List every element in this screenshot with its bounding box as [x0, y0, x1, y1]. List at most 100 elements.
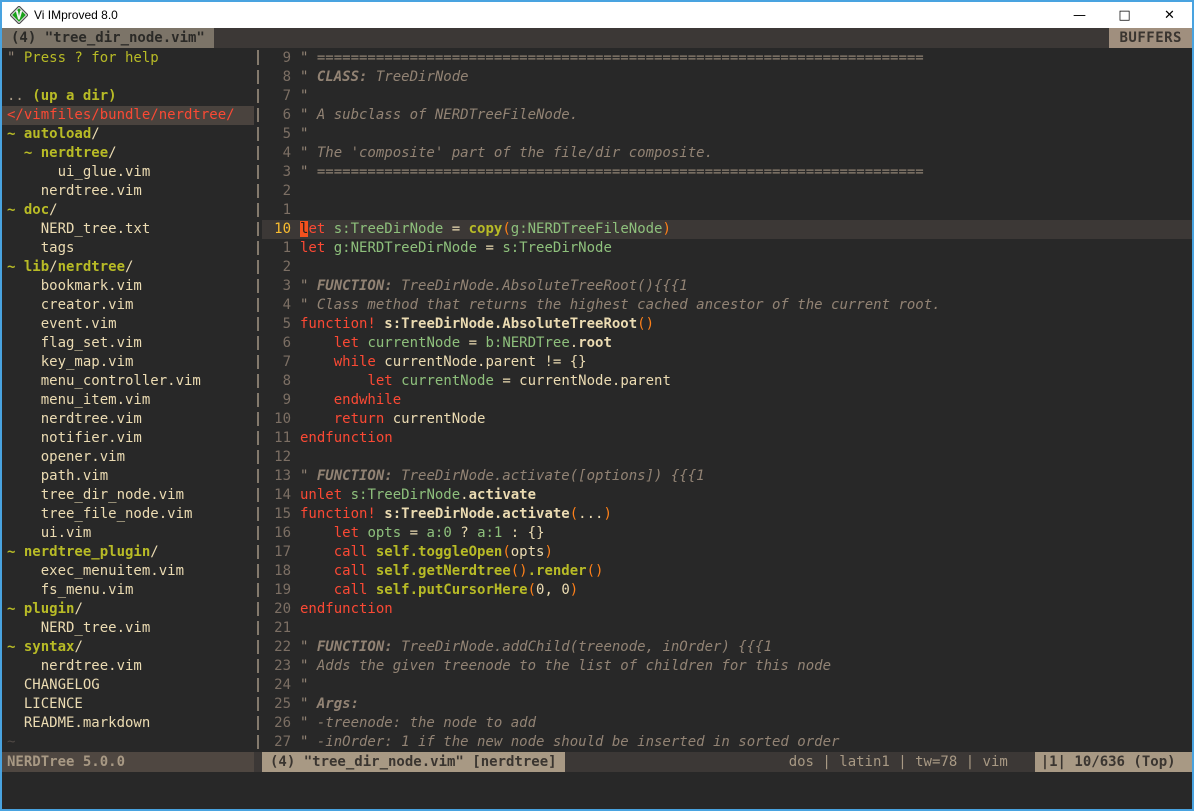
- tree-row[interactable]: ~: [2, 733, 254, 752]
- code-line[interactable]: 21: [262, 619, 1192, 638]
- code-token: currentNode: [367, 335, 460, 351]
- maximize-button[interactable]: □: [1102, 2, 1147, 28]
- code-line[interactable]: 15function! s:TreeDirNode.activate(...): [262, 505, 1192, 524]
- code-line[interactable]: 17 call self.toggleOpen(opts): [262, 543, 1192, 562]
- code-line[interactable]: 3" FUNCTION: TreeDirNode.AbsoluteTreeRoo…: [262, 277, 1192, 296]
- line-number: 15: [262, 505, 291, 524]
- code-line[interactable]: 7 while currentNode.parent != {}: [262, 353, 1192, 372]
- tree-row[interactable]: bookmark.vim: [2, 277, 254, 296]
- tree-row[interactable]: fs_menu.vim: [2, 581, 254, 600]
- code-token: g:NERDTreeFileNode: [511, 221, 663, 237]
- tree-token: nerdtree.vim: [7, 183, 142, 199]
- tree-row[interactable]: ~ lib/nerdtree/: [2, 258, 254, 277]
- tree-row[interactable]: ~ plugin/: [2, 600, 254, 619]
- code-line[interactable]: 7": [262, 87, 1192, 106]
- code-line[interactable]: 6 let currentNode = b:NERDTree.root: [262, 334, 1192, 353]
- tree-row[interactable]: nerdtree.vim: [2, 657, 254, 676]
- tree-row[interactable]: ~ nerdtree_plugin/: [2, 543, 254, 562]
- tree-row[interactable]: ui.vim: [2, 524, 254, 543]
- code-line[interactable]: 11endfunction: [262, 429, 1192, 448]
- tree-row[interactable]: [2, 68, 254, 87]
- tree-row[interactable]: ~ autoload/: [2, 125, 254, 144]
- code-line[interactable]: 24": [262, 676, 1192, 695]
- tree-row[interactable]: nerdtree.vim: [2, 410, 254, 429]
- code-line[interactable]: 4" The 'composite' part of the file/dir …: [262, 144, 1192, 163]
- tree-row[interactable]: event.vim: [2, 315, 254, 334]
- tree-row[interactable]: menu_item.vim: [2, 391, 254, 410]
- code-line[interactable]: 2: [262, 258, 1192, 277]
- tree-row[interactable]: notifier.vim: [2, 429, 254, 448]
- code-line-current[interactable]: 10let s:TreeDirNode = copy(g:NERDTreeFil…: [262, 220, 1192, 239]
- line-text: [291, 182, 300, 201]
- tree-row[interactable]: NERD_tree.vim: [2, 619, 254, 638]
- tree-row[interactable]: key_map.vim: [2, 353, 254, 372]
- code-token: TreeDirNode.addChild(treenode, inOrder) …: [401, 639, 772, 655]
- code-line[interactable]: 27" -inOrder: 1 if the new node should b…: [262, 733, 1192, 752]
- code-line[interactable]: 9" =====================================…: [262, 49, 1192, 68]
- code-line[interactable]: 13" FUNCTION: TreeDirNode.activate([opti…: [262, 467, 1192, 486]
- code-line[interactable]: 23" Adds the given treenode to the list …: [262, 657, 1192, 676]
- code-line[interactable]: 20endfunction: [262, 600, 1192, 619]
- code-line[interactable]: 25" Args:: [262, 695, 1192, 714]
- code-token: [367, 544, 375, 560]
- line-text: " FUNCTION: TreeDirNode.AbsoluteTreeRoot…: [291, 277, 688, 296]
- tree-row[interactable]: ~ doc/: [2, 201, 254, 220]
- tab-tree-dir-node[interactable]: (4) "tree_dir_node.vim": [2, 28, 214, 48]
- tree-row[interactable]: path.vim: [2, 467, 254, 486]
- code-line[interactable]: 8 let currentNode = currentNode.parent: [262, 372, 1192, 391]
- line-number: 10: [262, 220, 291, 239]
- tree-token: ~ doc: [7, 202, 49, 218]
- tree-row[interactable]: ~ nerdtree/: [2, 144, 254, 163]
- code-line[interactable]: 16 let opts = a:0 ? a:1 : {}: [262, 524, 1192, 543]
- tree-row[interactable]: CHANGELOG: [2, 676, 254, 695]
- code-line[interactable]: 5function! s:TreeDirNode.AbsoluteTreeRoo…: [262, 315, 1192, 334]
- tree-row[interactable]: tree_dir_node.vim: [2, 486, 254, 505]
- code-line[interactable]: 1: [262, 201, 1192, 220]
- tree-row[interactable]: exec_menuitem.vim: [2, 562, 254, 581]
- minimize-button[interactable]: —: [1057, 2, 1102, 28]
- window-vertical-separator[interactable]: [254, 48, 262, 752]
- code-token: ": [300, 639, 317, 655]
- title-bar: Vi IMproved 8.0 — □ ✕: [2, 2, 1192, 28]
- tree-token: tags: [7, 240, 74, 256]
- code-line[interactable]: 2: [262, 182, 1192, 201]
- code-token: = currentNode.parent: [494, 373, 671, 389]
- tree-row[interactable]: menu_controller.vim: [2, 372, 254, 391]
- code-line[interactable]: 18 call self.getNerdtree().render(): [262, 562, 1192, 581]
- code-line[interactable]: 3" =====================================…: [262, 163, 1192, 182]
- code-line[interactable]: 14unlet s:TreeDirNode.activate: [262, 486, 1192, 505]
- tree-row[interactable]: creator.vim: [2, 296, 254, 315]
- code-line[interactable]: 1let g:NERDTreeDirNode = s:TreeDirNode: [262, 239, 1192, 258]
- tree-row[interactable]: " Press ? for help: [2, 49, 254, 68]
- tree-row[interactable]: ~ syntax/: [2, 638, 254, 657]
- tree-row[interactable]: opener.vim: [2, 448, 254, 467]
- tree-row[interactable]: NERD_tree.txt: [2, 220, 254, 239]
- code-line[interactable]: 5": [262, 125, 1192, 144]
- code-line[interactable]: 6" A subclass of NERDTreeFileNode.: [262, 106, 1192, 125]
- tree-token: tree_file_node.vim: [7, 506, 192, 522]
- code-line[interactable]: 8" CLASS: TreeDirNode: [262, 68, 1192, 87]
- code-line[interactable]: 22" FUNCTION: TreeDirNode.addChild(treen…: [262, 638, 1192, 657]
- tree-row[interactable]: README.markdown: [2, 714, 254, 733]
- tree-row[interactable]: tree_file_node.vim: [2, 505, 254, 524]
- code-token: (): [511, 563, 528, 579]
- code-line[interactable]: 10 return currentNode: [262, 410, 1192, 429]
- tree-root-row[interactable]: </vimfiles/bundle/nerdtree/: [2, 106, 254, 125]
- tree-row[interactable]: nerdtree.vim: [2, 182, 254, 201]
- line-text: call self.getNerdtree().render(): [291, 562, 603, 581]
- tree-row[interactable]: ui_glue.vim: [2, 163, 254, 182]
- code-token: a:1: [477, 525, 502, 541]
- code-line[interactable]: 9 endwhile: [262, 391, 1192, 410]
- code-line[interactable]: 4" Class method that returns the highest…: [262, 296, 1192, 315]
- command-line[interactable]: [2, 772, 1192, 809]
- code-token: copy: [469, 221, 503, 237]
- line-number: 2: [262, 258, 291, 277]
- tree-row[interactable]: tags: [2, 239, 254, 258]
- code-line[interactable]: 26" -treenode: the node to add: [262, 714, 1192, 733]
- close-button[interactable]: ✕: [1147, 2, 1192, 28]
- tree-row[interactable]: flag_set.vim: [2, 334, 254, 353]
- code-line[interactable]: 12: [262, 448, 1192, 467]
- code-line[interactable]: 19 call self.putCursorHere(0, 0): [262, 581, 1192, 600]
- tree-row[interactable]: LICENCE: [2, 695, 254, 714]
- tree-row[interactable]: .. (up a dir): [2, 87, 254, 106]
